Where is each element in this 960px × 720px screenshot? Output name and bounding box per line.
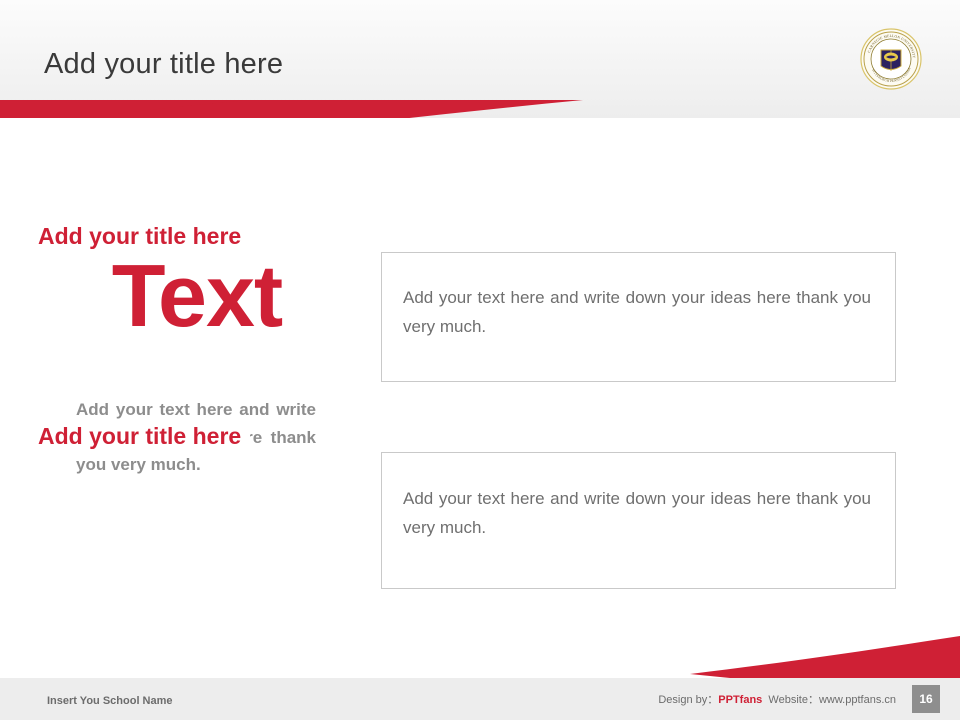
footer-swoosh-decoration <box>0 630 960 678</box>
content-box-1-text: Add your text here and write down your i… <box>403 288 871 337</box>
footer-design-by-value: PPTfans <box>718 694 763 706</box>
slide: CARNEGIE MELLON UNIVERSITY PITTSBURGH PE… <box>0 0 960 720</box>
footer-website-value[interactable]: www.pptfans.cn <box>819 694 896 706</box>
page-title: Add your title here <box>44 48 284 80</box>
header-divider-white-band <box>0 118 960 188</box>
footer-credits: Design by：PPTfans Website：www.pptfans.cn <box>658 691 896 707</box>
content-box-2-title: Add your title here <box>30 425 251 448</box>
content-box-1-title: Add your title here <box>30 225 251 248</box>
footer-school-name: Insert You School Name <box>47 695 173 707</box>
footer-website-label: Website： <box>768 694 819 706</box>
content-box-2-text: Add your text here and write down your i… <box>403 489 871 538</box>
footer-design-by-label: Design by： <box>658 694 719 706</box>
university-seal-icon: CARNEGIE MELLON UNIVERSITY PITTSBURGH PE… <box>860 28 922 90</box>
page-number-badge: 16 <box>912 685 940 713</box>
headline-text: Text <box>111 246 283 345</box>
